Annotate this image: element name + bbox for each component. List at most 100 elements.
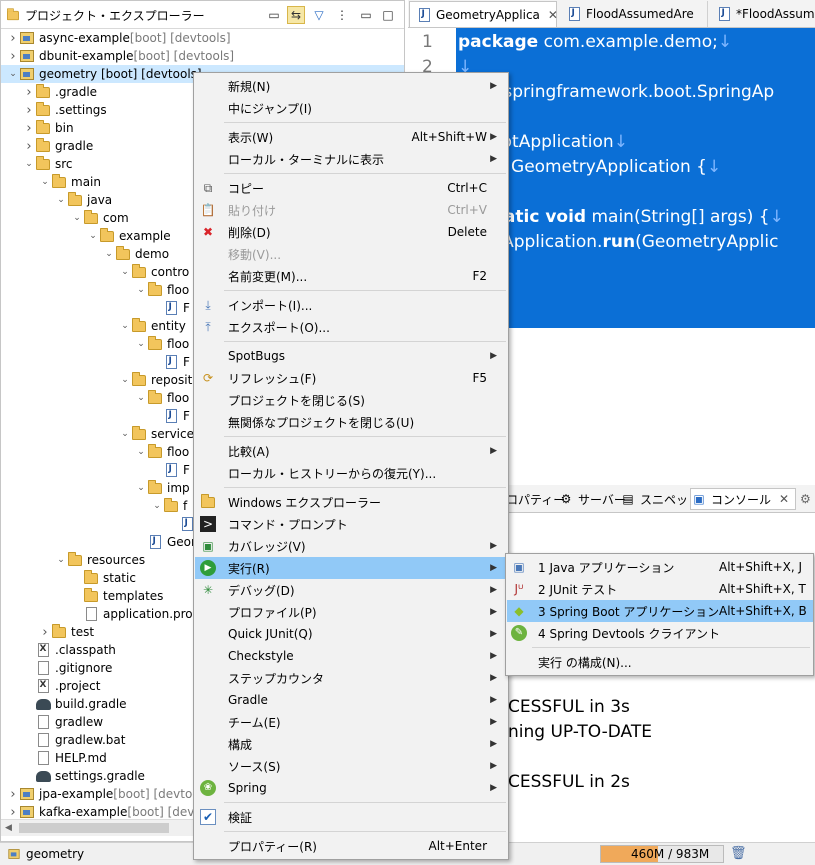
chevron-down-icon[interactable]: ⌄: [55, 551, 67, 569]
chevron-down-icon[interactable]: ⌄: [119, 263, 131, 281]
chevron-right-icon[interactable]: ›: [39, 623, 51, 641]
menu-item[interactable]: プロファイル(P) ▶: [195, 601, 507, 623]
menu-item[interactable]: ▣ カバレッジ(V) ▶: [195, 535, 507, 557]
explorer-tab[interactable]: プロジェクト・エクスプローラー ✕: [5, 2, 205, 28]
menu-item[interactable]: ステップカウンタ ▶: [195, 667, 507, 689]
trash-icon[interactable]: 🗑: [730, 846, 747, 862]
menu-item[interactable]: 新規(N) ▶: [195, 75, 507, 97]
menu-item[interactable]: ⤓ インポート(I)...: [195, 294, 507, 316]
chevron-down-icon[interactable]: ⌄: [135, 479, 147, 497]
menu-item[interactable]: ✳ デバッグ(D) ▶: [195, 579, 507, 601]
submenu-item[interactable]: ◆ 3 Spring Boot アプリケーション Alt+Shift+X, B: [507, 600, 813, 622]
tab-console[interactable]: ▣ コンソール ✕: [690, 488, 797, 510]
chevron-down-icon[interactable]: ⌄: [119, 425, 131, 443]
close-icon[interactable]: ✕: [779, 492, 789, 506]
chevron-down-icon[interactable]: ⌄: [55, 191, 67, 209]
chevron-down-icon[interactable]: ⌄: [119, 317, 131, 335]
filter-icon[interactable]: ▽: [310, 6, 328, 24]
menu-item[interactable]: ⤒ エクスポート(O)...: [195, 316, 507, 338]
tab-snippets[interactable]: ▤ スニペット: [620, 488, 700, 510]
chevron-right-icon[interactable]: ›: [7, 785, 19, 803]
submenu-item[interactable]: ✎ 4 Spring Devtools クライアント: [507, 622, 813, 644]
menu-item[interactable]: 表示(W) Alt+Shift+W ▶: [195, 126, 507, 148]
chevron-down-icon[interactable]: ⌄: [135, 281, 147, 299]
chevron-down-icon[interactable]: ⌄: [135, 335, 147, 353]
menu-item[interactable]: ⧉ コピー Ctrl+C: [195, 177, 507, 199]
folder-icon: [163, 497, 179, 514]
menu-item[interactable]: 構成 ▶: [195, 733, 507, 755]
chevron-down-icon[interactable]: ⌄: [87, 227, 99, 245]
tree-item[interactable]: › dbunit-example [boot] [devtools]: [1, 47, 404, 65]
editor-tab-flood-assumed-area[interactable]: FloodAssumedAre: [560, 1, 708, 27]
collapse-all-icon[interactable]: ▭: [265, 6, 283, 24]
tree-item-label: F: [183, 355, 190, 369]
editor-tab-geometry-application[interactable]: GeometryApplica ✕: [409, 1, 558, 27]
chevron-down-icon[interactable]: ⌄: [39, 173, 51, 191]
chevron-down-icon[interactable]: ⌄: [7, 65, 19, 83]
menu-item[interactable]: ローカル・ヒストリーからの復元(Y)...: [195, 462, 507, 484]
maximize-icon[interactable]: □: [379, 6, 397, 24]
submenu-item[interactable]: Jᵁ 2 JUnit テスト Alt+Shift+X, T: [507, 578, 813, 600]
chevron-right-icon[interactable]: ›: [23, 119, 35, 137]
submenu-item[interactable]: ▣ 1 Java アプリケーション Alt+Shift+X, J: [507, 556, 813, 578]
menu-item[interactable]: チーム(E) ▶: [195, 711, 507, 733]
menu-item[interactable]: Gradle ▶: [195, 689, 507, 711]
menu-item[interactable]: Quick JUnit(Q) ▶: [195, 623, 507, 645]
editor-tab-flood-assumed-dirty[interactable]: *FloodAssumed: [710, 1, 815, 27]
chevron-right-icon[interactable]: ›: [23, 101, 35, 119]
tree-item-label: main: [71, 175, 101, 189]
submenu-item-shortcut: Alt+Shift+X, T: [719, 582, 806, 596]
menu-item[interactable]: 中にジャンプ(I): [195, 97, 507, 119]
project-icon: [19, 48, 35, 64]
menu-item[interactable]: ✔ 検証: [195, 806, 507, 828]
menu-item[interactable]: ❀ Spring ▶: [195, 777, 507, 799]
menu-item[interactable]: Checkstyle ▶: [195, 645, 507, 667]
tab-servers[interactable]: ⚙ サーバー: [558, 488, 626, 510]
tree-item[interactable]: › async-example [boot] [devtools]: [1, 29, 404, 47]
menu-item[interactable]: ✖ 削除(D) Delete: [195, 221, 507, 243]
chevron-right-icon[interactable]: ›: [7, 47, 19, 65]
scroll-left-icon[interactable]: ◀: [5, 823, 12, 833]
chevron-down-icon[interactable]: ⌄: [151, 497, 163, 515]
menu-separator: [224, 173, 506, 174]
submenu-arrow-icon: ▶: [490, 695, 497, 705]
console-toolbar-icon[interactable]: ⚙: [800, 488, 811, 510]
submenu-item[interactable]: 実行 の構成(N)...: [507, 651, 813, 673]
chevron-right-icon[interactable]: ›: [7, 29, 19, 47]
chevron-down-icon[interactable]: ⌄: [23, 155, 35, 173]
menu-item[interactable]: 名前変更(M)... F2: [195, 265, 507, 287]
close-icon[interactable]: ✕: [548, 8, 558, 22]
chevron-down-icon[interactable]: ⌄: [135, 443, 147, 461]
menu-item[interactable]: > コマンド・プロンプト: [195, 513, 507, 535]
scrollbar-thumb[interactable]: [19, 823, 169, 833]
menu-item[interactable]: プロパティー(R) Alt+Enter: [195, 835, 507, 857]
view-menu-icon[interactable]: ⋮: [333, 6, 351, 24]
project-icon: [19, 804, 35, 820]
menu-item-label: プロジェクトを閉じる(S): [228, 393, 365, 408]
menu-item[interactable]: ▶ 実行(R) ▶: [195, 557, 507, 579]
chevron-right-icon[interactable]: ›: [23, 83, 35, 101]
menu-item[interactable]: SpotBugs ▶: [195, 345, 507, 367]
menu-item-label: コマンド・プロンプト: [228, 517, 348, 532]
menu-item[interactable]: Windows エクスプローラー: [195, 491, 507, 513]
menu-item[interactable]: ⟳ リフレッシュ(F) F5: [195, 367, 507, 389]
chevron-down-icon[interactable]: ⌄: [71, 209, 83, 227]
link-editor-icon[interactable]: ⇆: [287, 6, 305, 24]
menu-item[interactable]: 無関係なプロジェクトを閉じる(U): [195, 411, 507, 433]
heap-status[interactable]: 460M / 983M: [600, 845, 724, 863]
minimize-icon[interactable]: ▭: [357, 6, 375, 24]
chevron-down-icon[interactable]: ⌄: [103, 245, 115, 263]
chevron-right-icon[interactable]: ›: [23, 137, 35, 155]
chevron-down-icon[interactable]: ⌄: [119, 371, 131, 389]
run-submenu: ▣ 1 Java アプリケーション Alt+Shift+X, J Jᵁ 2 JUnit …: [505, 553, 814, 676]
folder-icon: [35, 137, 51, 154]
menu-item[interactable]: 比較(A) ▶: [195, 440, 507, 462]
chevron-down-icon[interactable]: ⌄: [135, 389, 147, 407]
menu-item[interactable]: ローカル・ターミナルに表示 ▶: [195, 148, 507, 170]
tab-properties[interactable]: ロパティー: [506, 488, 565, 510]
menu-item[interactable]: ソース(S) ▶: [195, 755, 507, 777]
menu-item[interactable]: プロジェクトを閉じる(S): [195, 389, 507, 411]
